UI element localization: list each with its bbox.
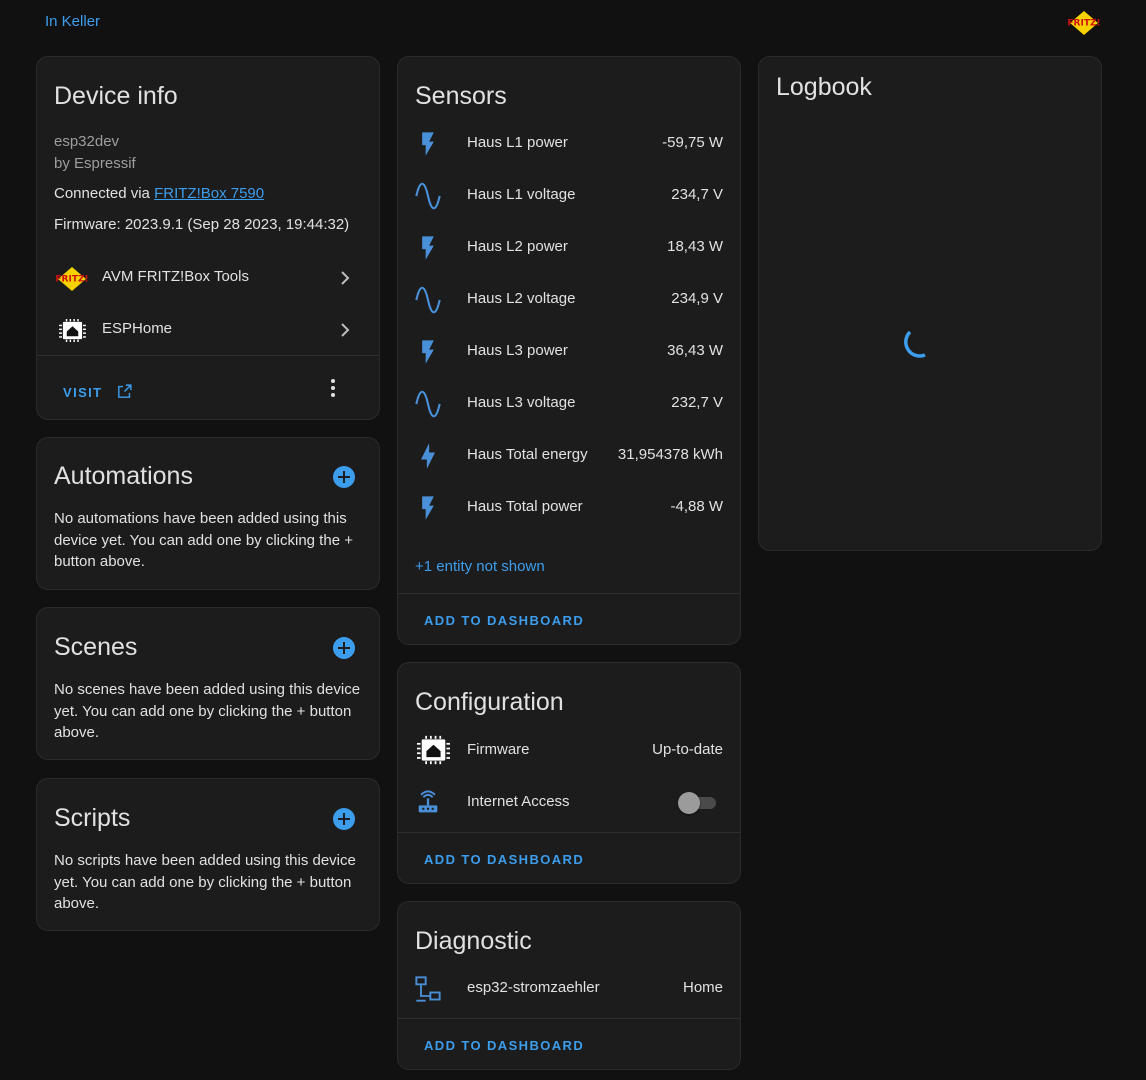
esphome-icon [59,319,86,342]
config-value: Up-to-date [652,741,723,758]
sensor-label: Haus L3 power [467,342,568,359]
flash-icon [414,338,442,366]
more-entities-link[interactable]: +1 entity not shown [415,558,545,575]
config-row-internet-access[interactable]: Internet Access [398,779,740,827]
top-bar: In Keller [0,0,1146,44]
add-scene-button[interactable] [333,637,355,659]
configuration-card: Configuration Firmware Up-to-date Intern… [397,662,741,884]
more-menu-button[interactable] [321,376,345,400]
visit-label: VISIT [63,385,103,400]
router-wireless-icon [414,789,442,817]
scripts-card: Scripts No scripts have been added using… [36,778,380,931]
sensor-value: 31,954378 kWh [617,446,723,463]
integration-row-esphome[interactable]: ESPHome [37,306,379,354]
esphome-icon [417,734,450,766]
chevron-right-icon [337,320,353,340]
card-title: Device info [54,82,178,110]
config-label: Internet Access [467,793,570,810]
diagnostic-card: Diagnostic esp32-stromzaehler Home ADD T… [397,901,741,1070]
sensor-row[interactable]: Haus Total energy 31,954378 kWh [398,432,740,480]
automations-empty-text: No automations have been added using thi… [54,510,353,570]
divider [37,355,379,356]
logbook-card: Logbook [758,56,1102,551]
sensor-value: 18,43 W [667,238,723,255]
sensor-row[interactable]: Haus L3 power 36,43 W [398,328,740,376]
flash-icon [414,130,442,158]
connected-via-link[interactable]: FRITZ!Box 7590 [154,185,264,202]
lightning-bolt-icon [414,442,442,470]
fritz-logo-icon [1068,10,1100,36]
area-link[interactable]: In Keller [45,13,100,30]
device-info-card: Device info esp32dev by Espressif Connec… [36,56,380,420]
fritz-logo-icon [56,266,88,292]
diagnostic-row[interactable]: esp32-stromzaehler Home [398,965,740,1013]
diagnostic-label: esp32-stromzaehler [467,979,600,996]
automations-card: Automations No automations have been add… [36,437,380,590]
card-title: Automations [54,462,193,490]
divider [398,832,740,833]
flash-icon [414,494,442,522]
divider [398,1018,740,1019]
divider [398,593,740,594]
sensor-row[interactable]: Haus L2 power 18,43 W [398,224,740,272]
flash-icon [414,234,442,262]
sensor-row[interactable]: Haus L2 voltage 234,9 V [398,276,740,324]
card-title: Scripts [54,804,131,832]
scenes-empty-text: No scenes have been added using this dev… [54,681,361,741]
sensor-row[interactable]: Haus L1 voltage 234,7 V [398,172,740,220]
spinner-icon [904,330,926,358]
sensor-row[interactable]: Haus L3 voltage 232,7 V [398,380,740,428]
sensor-value: 234,9 V [671,290,723,307]
device-manufacturer: by Espressif [54,155,136,172]
config-row-firmware[interactable]: Firmware Up-to-date [398,727,740,775]
add-to-dashboard-button[interactable]: ADD TO DASHBOARD [424,852,584,867]
sensor-label: Haus L2 power [467,238,568,255]
open-in-new-icon [116,383,133,400]
integration-label: AVM FRITZ!Box Tools [102,268,249,285]
sensor-label: Haus Total power [467,498,583,515]
scenes-card: Scenes No scenes have been added using t… [36,607,380,760]
firmware-info: Firmware: 2023.9.1 (Sep 28 2023, 19:44:3… [54,216,350,233]
card-title: Logbook [776,73,872,101]
sensor-label: Haus L2 voltage [467,290,576,307]
sensor-value: -4,88 W [670,498,723,515]
internet-access-toggle[interactable] [678,792,718,814]
sensor-row[interactable]: Haus Total power -4,88 W [398,484,740,532]
scripts-empty-text: No scripts have been added using this de… [54,852,356,912]
sensor-value: 234,7 V [671,186,723,203]
card-title: Sensors [415,82,507,110]
sine-wave-icon [414,286,442,314]
chevron-right-icon [337,268,353,288]
connected-via: Connected via FRITZ!Box 7590 [54,185,264,202]
sensor-label: Haus L1 voltage [467,186,576,203]
sensors-card: Sensors Haus L1 power -59,75 W Haus L1 v… [397,56,741,645]
card-title: Diagnostic [415,927,532,955]
card-title: Configuration [415,688,564,716]
add-to-dashboard-button[interactable]: ADD TO DASHBOARD [424,613,584,628]
visit-button[interactable]: VISIT [63,380,125,400]
add-automation-button[interactable] [333,466,355,488]
sensor-label: Haus Total energy [467,446,588,463]
card-title: Scenes [54,633,138,661]
sine-wave-icon [414,390,442,418]
config-label: Firmware [467,741,530,758]
sensor-value: -59,75 W [662,134,723,151]
integration-row-fritz[interactable]: AVM FRITZ!Box Tools [37,254,379,302]
sensor-row[interactable]: Haus L1 power -59,75 W [398,120,740,168]
sine-wave-icon [414,182,442,210]
sensor-value: 36,43 W [667,342,723,359]
add-to-dashboard-button[interactable]: ADD TO DASHBOARD [424,1038,584,1053]
sensor-label: Haus L1 power [467,134,568,151]
toggle-knob [678,792,700,814]
device-model: esp32dev [54,133,120,150]
diagnostic-value: Home [682,979,723,996]
connected-via-label: Connected via [54,185,155,202]
add-script-button[interactable] [333,808,355,830]
sensor-value: 232,7 V [671,394,723,411]
lan-icon [414,975,442,1003]
sensor-label: Haus L3 voltage [467,394,576,411]
integration-label: ESPHome [102,320,173,337]
